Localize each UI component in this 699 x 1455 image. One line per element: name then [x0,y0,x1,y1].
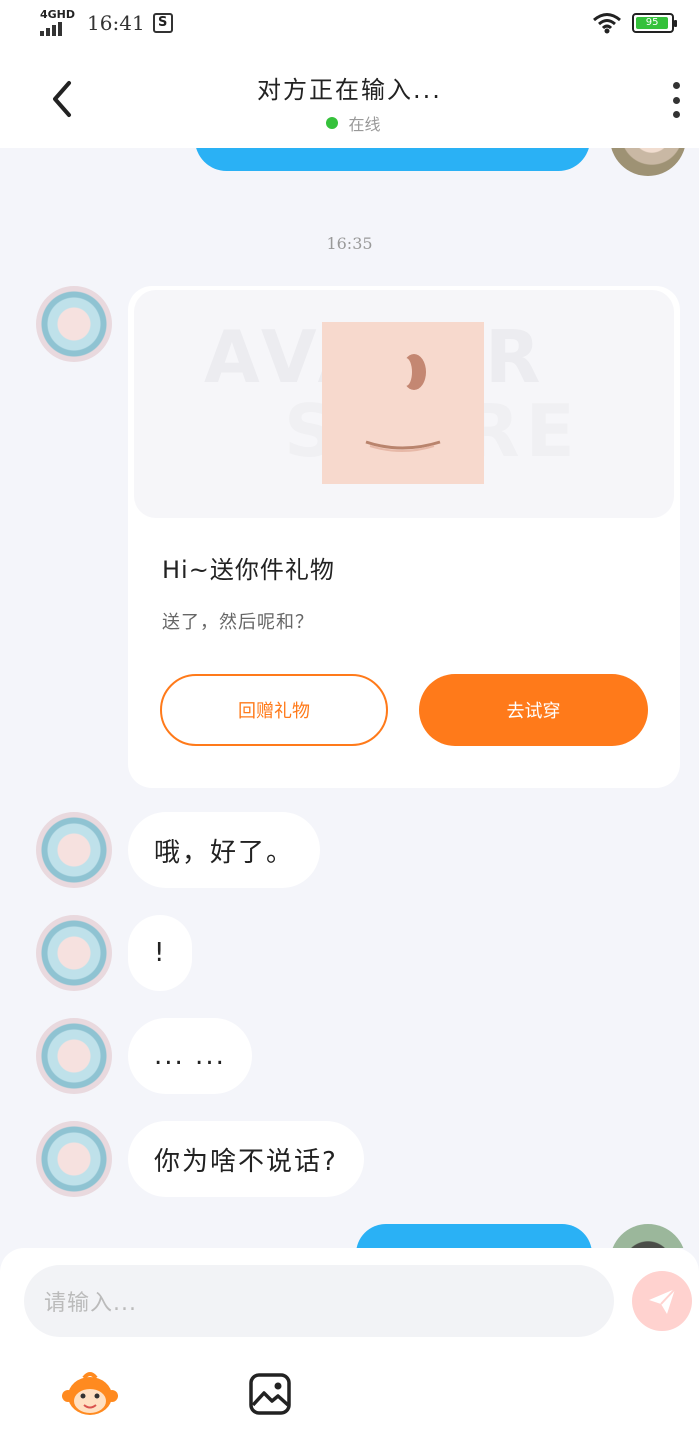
online-dot-icon [326,117,339,129]
s-app-icon: S [152,13,173,33]
message-input[interactable]: 请输入... [24,1265,614,1337]
incoming-message-bubble[interactable]: 哦，好了。 [128,812,321,888]
status-time: 16:41 [87,11,145,35]
paper-plane-icon [649,1288,676,1314]
contact-avatar[interactable] [36,1121,112,1197]
chat-header: 对方正在输入... 在线 [0,50,699,148]
gift-card[interactable]: AVATAR STORE Hi~送你件礼物 送了，然后呢和？ 回赠礼物 去试穿 [128,286,680,788]
return-gift-button[interactable]: 回赠礼物 [160,674,388,746]
emoji-button[interactable] [62,1370,118,1418]
message-list[interactable]: 16:35 AVATAR STORE Hi~送你件礼物 送了，然后呢和？ 回赠礼… [0,148,699,1248]
incoming-message-bubble[interactable]: 你为啥不说话? [128,1121,364,1197]
contact-avatar[interactable] [36,1018,112,1094]
monkey-emoji-icon [62,1372,118,1415]
page-title: 对方正在输入... [257,76,442,104]
gift-subtitle: 送了，然后呢和？ [162,612,314,633]
wifi-icon [593,13,621,34]
status-bar: 4GHD 16:41 S 95 [0,0,699,50]
message-timestamp: 16:35 [326,234,373,253]
image-icon [249,1373,291,1415]
presence-label: 在线 [348,115,381,134]
composer-bar: 请输入... [0,1248,699,1455]
contact-avatar[interactable] [36,915,112,991]
outgoing-message-bubble[interactable] [356,1224,592,1248]
gift-item-image[interactable] [322,322,484,484]
contact-avatar[interactable] [36,286,112,362]
more-vertical-icon [672,82,680,89]
image-picker-button[interactable] [248,1372,292,1416]
contact-avatar[interactable] [36,812,112,888]
battery-level: 95 [636,17,669,29]
my-avatar[interactable] [610,1224,686,1248]
gift-card-banner: AVATAR STORE [134,290,674,518]
more-options-button[interactable] [669,82,683,118]
try-on-button[interactable]: 去试穿 [419,674,648,746]
battery-icon: 95 [632,13,677,33]
send-button[interactable] [632,1271,692,1331]
incoming-message-bubble[interactable]: ... ... [128,1018,252,1094]
presence-status: 在线 [8,111,699,135]
signal-indicator: 4GHD [40,8,76,36]
my-avatar[interactable] [610,148,686,176]
gift-title: Hi~送你件礼物 [162,556,335,584]
signal-bars-icon [40,22,75,36]
incoming-message-bubble[interactable]: ! [128,915,193,991]
outgoing-message-bubble[interactable] [195,148,590,171]
header-title-block: 对方正在输入... 在线 [0,70,699,135]
network-type: 4GHD [40,8,76,21]
